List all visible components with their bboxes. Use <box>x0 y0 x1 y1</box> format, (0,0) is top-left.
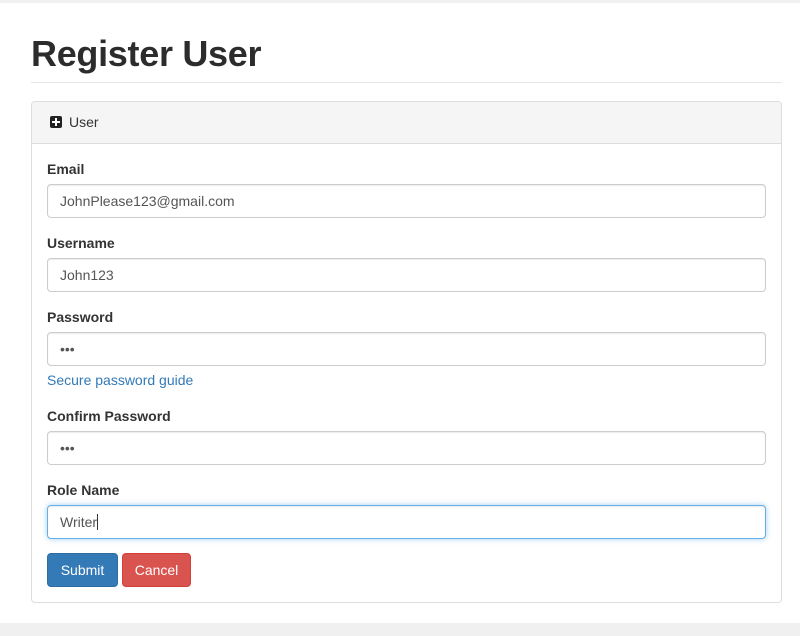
role-name-label: Role Name <box>47 482 120 498</box>
confirm-password-label: Confirm Password <box>47 408 171 424</box>
page-container: Register User User Email JohnPlease123@g… <box>0 3 800 623</box>
submit-button[interactable]: Submit <box>47 553 118 587</box>
username-value: John123 <box>60 267 114 283</box>
confirm-password-value: ••• <box>60 440 75 456</box>
secure-password-guide-link[interactable]: Secure password guide <box>47 372 193 388</box>
confirm-password-field[interactable]: ••• <box>47 431 766 465</box>
panel-title: User <box>69 114 99 130</box>
cancel-button[interactable]: Cancel <box>122 553 191 587</box>
text-caret <box>97 514 99 530</box>
plus-square-icon[interactable] <box>50 116 62 128</box>
email-label: Email <box>47 161 85 177</box>
panel-heading[interactable]: User <box>32 102 781 144</box>
password-field[interactable]: ••• <box>47 332 766 366</box>
password-label: Password <box>47 309 114 325</box>
page-title: Register User <box>31 33 262 74</box>
role-name-value: Writer <box>60 514 98 530</box>
username-label: Username <box>47 235 115 251</box>
email-field[interactable]: JohnPlease123@gmail.com <box>47 184 766 218</box>
title-divider <box>31 82 782 83</box>
email-value: JohnPlease123@gmail.com <box>60 193 235 209</box>
password-value: ••• <box>60 341 75 357</box>
user-panel: User Email JohnPlease123@gmail.com Usern… <box>31 101 782 603</box>
role-name-field[interactable]: Writer <box>47 505 766 539</box>
username-field[interactable]: John123 <box>47 258 766 292</box>
